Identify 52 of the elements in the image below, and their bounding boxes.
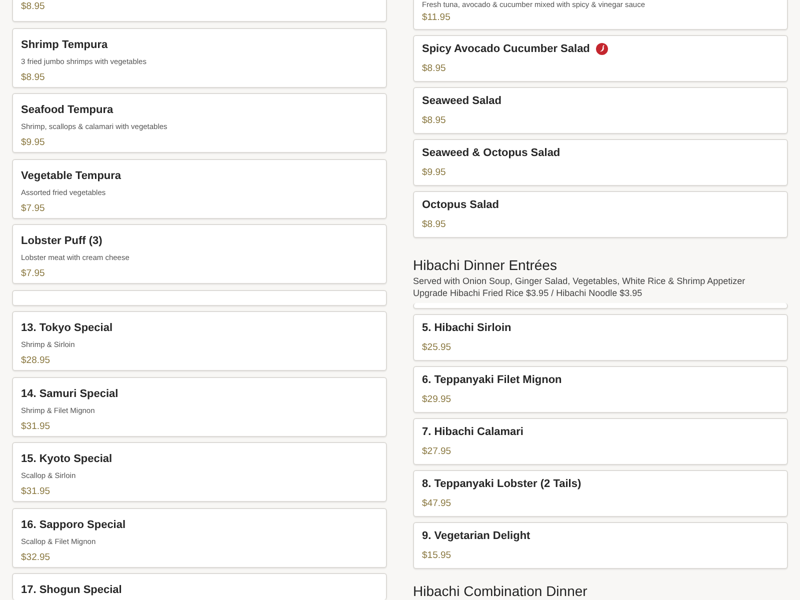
dish-name: 5. Hibachi Sirloin: [422, 322, 512, 334]
dish-name: Lobster Puff (3): [21, 235, 102, 247]
dish-price: $31.95: [21, 420, 52, 432]
dish-name: 7. Hibachi Calamari: [422, 426, 524, 438]
dish-name: 15. Kyoto Special: [21, 453, 112, 465]
dish-name: 6. Teppanyaki Filet Mignon: [422, 374, 562, 386]
dish-name: Spicy Avocado Cucumber Salad: [422, 43, 590, 55]
dish-price: $31.95: [21, 486, 52, 497]
menu-item-card[interactable]: 5. Hibachi Sirloin $25.95: [413, 314, 788, 361]
dish-price: $8.95: [422, 63, 447, 74]
dish-name: 14. Samuri Special: [21, 388, 118, 400]
dish-price: $32.95: [21, 552, 52, 562]
dish-name: 9. Vegetarian Delight: [422, 530, 530, 542]
dish-price: $8.95: [21, 1, 46, 12]
dish-name: 16. Sapporo Special: [21, 518, 126, 530]
menu-item-card[interactable]: Octopus Salad $8.95: [413, 191, 788, 238]
dish-price: $8.95: [422, 219, 447, 230]
dish-name: 13. Tokyo Special: [21, 322, 113, 334]
dish-name: Vegetable Tempura: [21, 170, 122, 182]
dish-name: Shrimp Tempura: [21, 38, 108, 50]
dish-name: Octopus Salad: [422, 199, 500, 211]
section-note: Upgrade Hibachi Fried Rice $3.95 / Hibachi Noodle $3.95: [413, 287, 644, 299]
dish-name: Seafood Tempura: [21, 104, 114, 116]
dish-name: Seaweed & Octopus Salad: [422, 147, 560, 159]
dish-price: $28.95: [21, 355, 52, 366]
dish-name: Seaweed Salad: [422, 95, 502, 107]
menu-item-card[interactable]: Spicy Avocado Cucumber Salad $8.95: [413, 35, 788, 82]
dish-price: $15.95: [422, 550, 452, 561]
dish-name: 17. Shogun Special: [21, 584, 122, 596]
section-title: Hibachi Dinner Entrées: [413, 257, 558, 274]
dish-price: $47.95: [422, 498, 452, 509]
section-title: Hibachi Combination Dinner: [413, 583, 588, 600]
menu-item-card[interactable]: 7. Hibachi Calamari $27.95: [413, 418, 788, 465]
dish-price: $7.95: [21, 268, 46, 279]
dish-price: $25.95: [422, 342, 452, 353]
dish-name: 8. Teppanyaki Lobster (2 Tails): [422, 478, 582, 490]
dish-price: $8.95: [422, 115, 447, 126]
dish-price: $7.95: [21, 202, 46, 214]
menu-item-card[interactable]: $8.95: [12, 0, 387, 22]
dish-price: $9.95: [422, 167, 447, 178]
section-note: Served with Onion Soup, Ginger Salad, Vegetables, White Rice & Shrimp Appetizer: [413, 275, 746, 287]
dish-price: $11.95: [422, 12, 452, 23]
dish-price: $8.95: [21, 72, 46, 82]
menu-item-card[interactable]: Seaweed & Octopus Salad $9.95: [413, 139, 788, 186]
menu-item-card[interactable]: Seaweed Salad $8.95: [413, 87, 788, 134]
menu-item-card[interactable]: 6. Teppanyaki Filet Mignon $29.95: [413, 366, 788, 413]
menu-item-card[interactable]: 8. Teppanyaki Lobster (2 Tails) $47.95: [413, 470, 788, 517]
menu-item-card[interactable]: 9. Vegetarian Delight $15.95: [413, 522, 788, 569]
menu-item-card[interactable]: 17. Shogun Special: [12, 573, 387, 600]
dish-price: $9.95: [21, 137, 46, 148]
dish-price: $27.95: [422, 446, 452, 457]
dish-price: $29.95: [422, 394, 452, 405]
